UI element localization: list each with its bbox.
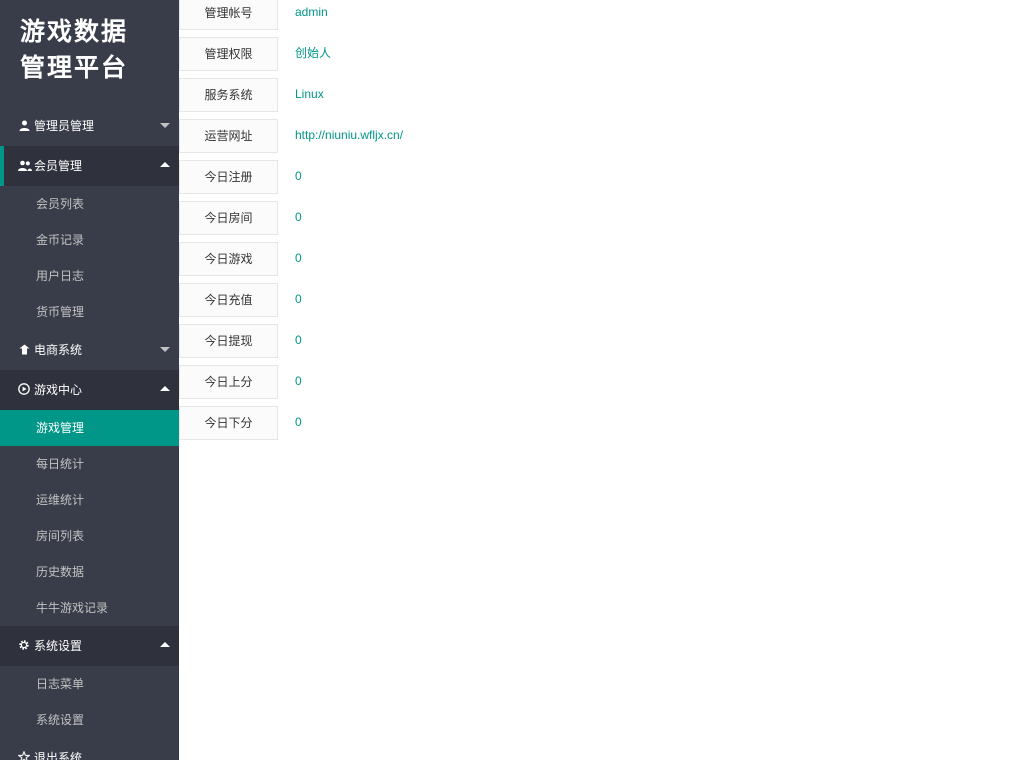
sidebar-item-coin-records[interactable]: 金币记录 [0,222,179,258]
main-content: 管理帐号 admin 管理权限 创始人 服务系统 Linux 运营网址 http… [179,0,1024,760]
sidebar-item-ops-stats[interactable]: 运维统计 [0,482,179,518]
chevron-up-icon [160,162,170,167]
play-circle-icon [18,383,30,395]
app-title-line2: 管理平台 [20,53,129,82]
info-value: 0 [295,210,302,224]
sidebar-group-admin[interactable]: 管理员管理 [0,106,179,146]
chevron-down-icon [160,347,170,352]
shop-icon [18,344,30,356]
sidebar-group-logout[interactable]: 退出系统 [0,738,179,760]
chevron-up-icon [160,642,170,647]
sidebar-item-game-management[interactable]: 游戏管理 [0,410,179,446]
sidebar: 游戏数据 管理平台 管理员管理 会员管理 会员列表 金币记录 用户日志 货币管理 [0,0,179,760]
info-value: 0 [295,292,302,306]
sidebar-group-system-settings[interactable]: 系统设置 [0,626,179,666]
sidebar-group-label: 管理员管理 [34,119,95,133]
sidebar-item-room-list[interactable]: 房间列表 [0,518,179,554]
sidebar-submenu: 日志菜单 系统设置 [0,666,179,738]
users-icon [18,160,32,172]
info-value: 0 [295,169,302,183]
sidebar-item-log-menu[interactable]: 日志菜单 [0,666,179,702]
sidebar-item-daily-stats[interactable]: 每日统计 [0,446,179,482]
sidebar-item-system-settings[interactable]: 系统设置 [0,702,179,738]
exit-icon [17,750,31,760]
info-value: 0 [295,415,302,429]
sidebar-group-label: 游戏中心 [34,383,83,397]
info-label: 今日充值 [179,283,278,317]
info-label: 今日游戏 [179,242,278,276]
sidebar-menu: 管理员管理 会员管理 会员列表 金币记录 用户日志 货币管理 电商系统 游戏中心… [0,106,179,760]
sidebar-group-ecommerce[interactable]: 电商系统 [0,330,179,370]
info-label: 管理权限 [179,37,278,71]
user-icon [18,120,30,132]
sidebar-group-label: 系统设置 [34,639,83,653]
sidebar-group-label: 电商系统 [34,343,83,357]
sidebar-group-label: 退出系统 [34,751,83,760]
info-value: 0 [295,374,302,388]
sidebar-group-game-center[interactable]: 游戏中心 [0,370,179,410]
sidebar-item-member-list[interactable]: 会员列表 [0,186,179,222]
sidebar-item-history[interactable]: 历史数据 [0,554,179,590]
sidebar-submenu: 会员列表 金币记录 用户日志 货币管理 [0,186,179,330]
info-label: 今日提现 [179,324,278,358]
info-label: 今日注册 [179,160,278,194]
info-label: 管理帐号 [179,0,278,30]
info-value: Linux [295,87,324,101]
sidebar-item-currency[interactable]: 货币管理 [0,294,179,330]
app-logo: 游戏数据 管理平台 [0,0,179,106]
info-label: 今日房间 [179,201,278,235]
gear-icon [18,639,30,651]
info-value: 0 [295,333,302,347]
sidebar-item-niuniu-records[interactable]: 牛牛游戏记录 [0,590,179,626]
info-label: 服务系统 [179,78,278,112]
app-title-line1: 游戏数据 [20,17,129,46]
info-label: 今日上分 [179,365,278,399]
info-label: 今日下分 [179,406,278,440]
sidebar-group-label: 会员管理 [34,159,83,173]
info-value: 0 [295,251,302,265]
chevron-up-icon [160,386,170,391]
chevron-down-icon [160,123,170,128]
info-value-link[interactable]: http://niuniu.wfljx.cn/ [295,124,403,146]
sidebar-submenu: 游戏管理 每日统计 运维统计 房间列表 历史数据 牛牛游戏记录 [0,410,179,626]
sidebar-item-user-logs[interactable]: 用户日志 [0,258,179,294]
info-value: 创始人 [295,46,332,60]
info-label: 运营网址 [179,119,278,153]
info-value: admin [295,5,328,19]
sidebar-group-members[interactable]: 会员管理 [0,146,179,186]
